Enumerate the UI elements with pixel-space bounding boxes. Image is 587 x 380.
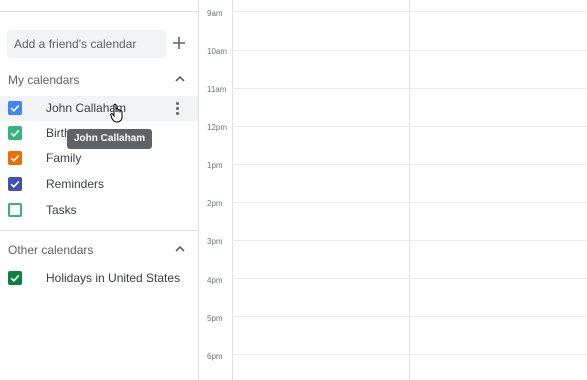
section-divider (0, 230, 198, 231)
chevron-up-icon[interactable] (173, 72, 187, 86)
more-options-icon[interactable] (173, 100, 183, 116)
hour-line (232, 202, 587, 203)
grid-column-divider (409, 0, 410, 380)
my-calendars-title: My calendars (8, 73, 80, 87)
add-friend-calendar-field[interactable] (7, 30, 166, 58)
hour-line (232, 354, 587, 355)
calendar-item-family[interactable]: Family (0, 146, 198, 171)
sidebar: My calendars John Callaham Birth (0, 0, 198, 380)
other-calendars-title: Other calendars (8, 243, 94, 257)
calendar-item-reminders[interactable]: Reminders (0, 172, 198, 197)
hour-line (232, 126, 587, 127)
calendar-checkbox[interactable] (8, 151, 22, 165)
add-friend-calendar-input[interactable] (7, 30, 164, 58)
time-label: 6pm (207, 352, 223, 361)
calendar-app: My calendars John Callaham Birth (0, 0, 587, 380)
time-label: 12pm (207, 123, 228, 132)
calendar-checkbox[interactable] (8, 101, 22, 115)
top-divider (0, 11, 198, 12)
tooltip: John Callaham (67, 129, 153, 149)
hour-line (232, 50, 587, 51)
hand-cursor-icon (110, 103, 124, 123)
hour-line (232, 88, 587, 89)
my-calendars-header[interactable]: My calendars (8, 71, 190, 89)
time-label: 3pm (207, 237, 223, 246)
calendar-label: Family (46, 151, 82, 165)
calendar-label: Reminders (46, 177, 105, 191)
time-label: 2pm (207, 199, 223, 208)
calendar-checkbox[interactable] (8, 203, 22, 217)
time-label: 11am (207, 85, 227, 94)
calendar-item-holidays[interactable]: Holidays in United States (0, 266, 198, 291)
calendar-checkbox[interactable] (8, 177, 22, 191)
time-label: 4pm (207, 276, 223, 285)
other-calendars-header[interactable]: Other calendars (8, 241, 190, 259)
hour-line (232, 278, 587, 279)
plus-icon[interactable] (170, 34, 188, 52)
grid-column-divider (232, 0, 233, 380)
chevron-up-icon[interactable] (173, 242, 187, 256)
calendar-label: Tasks (46, 203, 77, 217)
calendar-label: Holidays in United States (46, 271, 181, 285)
hour-line (232, 240, 587, 241)
calendar-checkbox[interactable] (8, 271, 22, 285)
time-label: 1pm (207, 161, 223, 170)
calendar-checkbox[interactable] (8, 126, 22, 140)
hour-line (232, 11, 587, 12)
calendar-item-john-callaham[interactable]: John Callaham (0, 96, 198, 121)
time-label: 5pm (207, 314, 223, 323)
day-grid[interactable] (198, 0, 587, 380)
time-label: 9am (207, 9, 223, 18)
calendar-item-tasks[interactable]: Tasks (0, 198, 198, 223)
hour-line (232, 164, 587, 165)
hour-line (232, 316, 587, 317)
time-label: 10am (207, 47, 228, 56)
